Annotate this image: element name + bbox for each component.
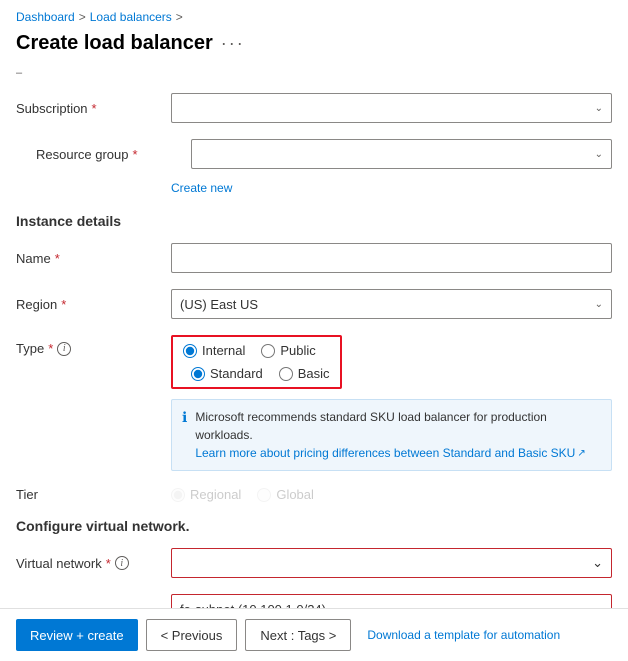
create-new-link[interactable]: Create new bbox=[171, 181, 232, 195]
subscription-required: * bbox=[92, 101, 97, 116]
sku-radio-group: Standard Basic bbox=[191, 366, 330, 381]
subscription-select[interactable]: ⌄ bbox=[171, 93, 612, 123]
breadcrumb-load-balancers[interactable]: Load balancers bbox=[90, 10, 172, 24]
region-label: Region * bbox=[16, 297, 171, 312]
vnet-chevron-icon: ⌄ bbox=[592, 555, 603, 571]
tier-global-radio[interactable] bbox=[257, 488, 271, 502]
resource-group-label: Resource group * bbox=[36, 147, 191, 162]
tier-regional-radio[interactable] bbox=[171, 488, 185, 502]
name-required: * bbox=[55, 251, 60, 266]
name-row: Name * bbox=[16, 237, 612, 273]
type-radio-group: Internal Public bbox=[183, 343, 330, 358]
region-control: (US) East US ⌄ bbox=[171, 289, 612, 319]
info-banner-link[interactable]: Learn more about pricing differences bet… bbox=[195, 444, 601, 462]
sku-standard-option[interactable]: Standard bbox=[191, 366, 263, 381]
page-header: Create load balancer ··· bbox=[0, 28, 628, 67]
download-template-link[interactable]: Download a template for automation bbox=[367, 628, 560, 642]
next-button[interactable]: Next : Tags > bbox=[245, 619, 351, 651]
virtual-network-control: ⌄ bbox=[171, 548, 612, 578]
breadcrumb: Dashboard > Load balancers > bbox=[0, 0, 628, 28]
name-label: Name * bbox=[16, 251, 171, 266]
vnet-info-icon[interactable]: i bbox=[115, 556, 129, 570]
vnet-required: * bbox=[106, 556, 111, 571]
tier-control: Regional Global bbox=[171, 487, 612, 502]
region-required: * bbox=[61, 297, 66, 312]
breadcrumb-dashboard[interactable]: Dashboard bbox=[16, 10, 75, 24]
region-row: Region * (US) East US ⌄ bbox=[16, 283, 612, 319]
type-label: Type * i bbox=[16, 335, 171, 356]
name-control bbox=[171, 243, 612, 273]
type-internal-radio[interactable] bbox=[183, 344, 197, 358]
sku-row-inner: Standard Basic bbox=[183, 366, 330, 381]
review-create-button[interactable]: Review + create bbox=[16, 619, 138, 651]
configure-vnet-section: Configure virtual network. bbox=[16, 518, 612, 534]
region-select[interactable]: (US) East US ⌄ bbox=[171, 289, 612, 319]
collapsed-section-indicator: – bbox=[16, 67, 612, 79]
instance-details-section: Instance details bbox=[16, 213, 612, 229]
footer: Review + create < Previous Next : Tags >… bbox=[0, 608, 628, 661]
resource-group-row: Resource group * ⌄ bbox=[36, 133, 612, 169]
virtual-network-row: Virtual network * i ⌄ bbox=[16, 542, 612, 578]
info-banner: ℹ Microsoft recommends standard SKU load… bbox=[171, 399, 612, 471]
subscription-control: ⌄ bbox=[171, 93, 612, 123]
info-banner-text: Microsoft recommends standard SKU load b… bbox=[195, 408, 601, 462]
type-sku-highlight-box: Internal Public Standard bbox=[171, 335, 342, 389]
subscription-chevron-icon: ⌄ bbox=[595, 103, 603, 114]
type-sku-row: Type * i Internal Public bbox=[16, 329, 612, 389]
external-link-icon: ↗ bbox=[577, 446, 585, 461]
resource-group-chevron-icon: ⌄ bbox=[595, 149, 603, 160]
virtual-network-select[interactable]: ⌄ bbox=[171, 548, 612, 578]
type-public-option[interactable]: Public bbox=[261, 343, 315, 358]
resource-group-select[interactable]: ⌄ bbox=[191, 139, 612, 169]
type-sku-control: Internal Public Standard bbox=[171, 335, 612, 389]
type-info-icon[interactable]: i bbox=[57, 342, 71, 356]
subscription-row: Subscription * ⌄ bbox=[16, 87, 612, 123]
type-required: * bbox=[48, 341, 53, 356]
name-input[interactable] bbox=[171, 243, 612, 273]
region-value: (US) East US bbox=[180, 297, 258, 312]
sku-basic-option[interactable]: Basic bbox=[279, 366, 330, 381]
more-options-menu[interactable]: ··· bbox=[221, 33, 245, 54]
region-chevron-icon: ⌄ bbox=[595, 299, 603, 310]
type-public-radio[interactable] bbox=[261, 344, 275, 358]
type-internal-option[interactable]: Internal bbox=[183, 343, 245, 358]
previous-button[interactable]: < Previous bbox=[146, 619, 238, 651]
tier-global-option[interactable]: Global bbox=[257, 487, 314, 502]
tier-regional-option[interactable]: Regional bbox=[171, 487, 241, 502]
tier-radio-group: Regional Global bbox=[171, 487, 314, 502]
virtual-network-label: Virtual network * i bbox=[16, 556, 171, 571]
form-scroll-area: – Subscription * ⌄ Resource group * ⌄ Cr… bbox=[0, 67, 628, 642]
tier-row: Tier Regional Global bbox=[16, 481, 612, 502]
subscription-label: Subscription * bbox=[16, 101, 171, 116]
tier-label: Tier bbox=[16, 487, 171, 502]
resource-group-required: * bbox=[133, 147, 138, 162]
sku-basic-radio[interactable] bbox=[279, 367, 293, 381]
resource-group-control: ⌄ bbox=[191, 139, 612, 169]
sku-standard-radio[interactable] bbox=[191, 367, 205, 381]
page-title: Create load balancer bbox=[16, 32, 213, 55]
info-banner-icon: ℹ bbox=[182, 409, 187, 462]
